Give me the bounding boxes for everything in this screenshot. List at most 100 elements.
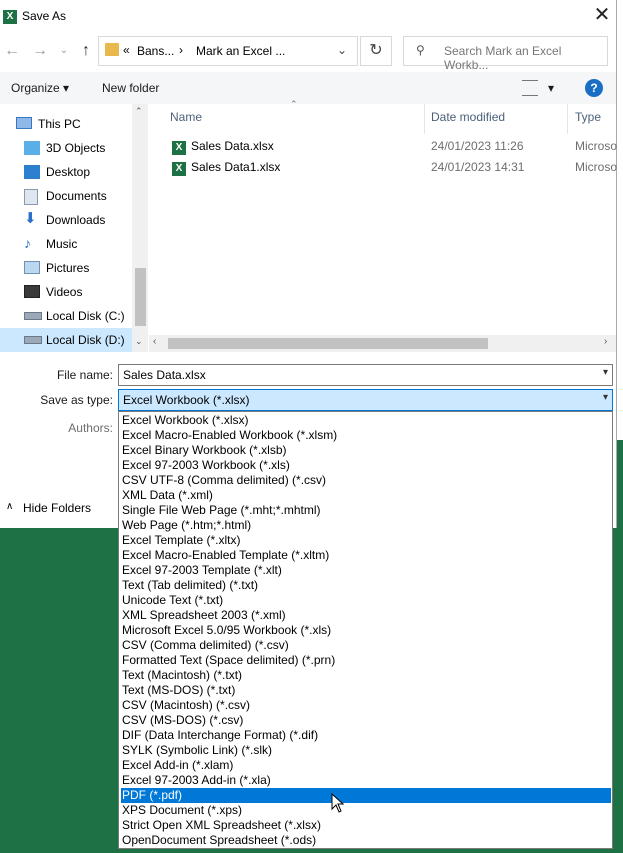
dropdown-option[interactable]: CSV (MS-DOS) (*.csv) bbox=[121, 713, 611, 728]
cube-icon bbox=[24, 141, 40, 155]
dropdown-option[interactable]: DIF (Data Interchange Format) (*.dif) bbox=[121, 728, 611, 743]
save-as-type-label: Save as type: bbox=[40, 393, 113, 407]
nav-item-documents[interactable]: Documents bbox=[0, 184, 132, 208]
dropdown-option[interactable]: Excel 97-2003 Template (*.xlt) bbox=[121, 563, 611, 578]
nav-scrollbar-thumb[interactable] bbox=[135, 268, 146, 326]
breadcrumb-current[interactable]: Mark an Excel ... bbox=[196, 44, 285, 58]
view-options-arrow[interactable]: ▾ bbox=[548, 81, 554, 95]
close-button[interactable]: ✕ bbox=[590, 4, 614, 28]
dropdown-option[interactable]: Web Page (*.htm;*.html) bbox=[121, 518, 611, 533]
column-divider[interactable] bbox=[424, 104, 425, 134]
dropdown-option[interactable]: Excel 97-2003 Add-in (*.xla) bbox=[121, 773, 611, 788]
organize-button[interactable]: Organize ▾ bbox=[11, 81, 69, 95]
dropdown-option[interactable]: Text (Macintosh) (*.txt) bbox=[121, 668, 611, 683]
chevron-down-icon[interactable]: ▾ bbox=[603, 367, 608, 378]
save-as-type-select[interactable]: Excel Workbook (*.xlsx) ▾ bbox=[118, 389, 613, 411]
dropdown-option[interactable]: XML Spreadsheet 2003 (*.xml) bbox=[121, 608, 611, 623]
back-arrow-icon[interactable]: ← bbox=[2, 40, 22, 62]
dropdown-option[interactable]: Excel Workbook (*.xlsx) bbox=[121, 413, 611, 428]
excel-app-icon: X bbox=[3, 8, 17, 24]
column-header-type[interactable]: Type bbox=[575, 110, 601, 124]
nav-item-downloads[interactable]: ⬇ Downloads bbox=[0, 208, 132, 232]
dropdown-option[interactable]: CSV (Comma delimited) (*.csv) bbox=[121, 638, 611, 653]
chevron-up-icon[interactable]: ∧ bbox=[6, 501, 13, 512]
file-type: Microso bbox=[575, 139, 618, 153]
scroll-right-icon[interactable]: › bbox=[604, 336, 607, 347]
nav-item-label: Documents bbox=[46, 189, 107, 203]
dropdown-option[interactable]: Excel Add-in (*.xlam) bbox=[121, 758, 611, 773]
chevron-down-icon[interactable]: ▾ bbox=[603, 392, 608, 403]
dropdown-option[interactable]: Excel Template (*.xltx) bbox=[121, 533, 611, 548]
scroll-up-icon[interactable]: ⌃ bbox=[135, 106, 143, 117]
save-as-type-dropdown: Excel Workbook (*.xlsx) Excel Macro-Enabl… bbox=[118, 411, 613, 849]
hide-folders-button[interactable]: Hide Folders bbox=[23, 501, 91, 515]
window-title: Save As bbox=[22, 9, 67, 23]
file-name-value: Sales Data.xlsx bbox=[123, 368, 206, 382]
dropdown-option[interactable]: OpenDocument Spreadsheet (*.ods) bbox=[121, 833, 611, 848]
scroll-down-icon[interactable]: ⌄ bbox=[135, 336, 143, 347]
search-icon: ⚲ bbox=[416, 43, 425, 57]
dropdown-option[interactable]: CSV UTF-8 (Comma delimited) (*.csv) bbox=[121, 473, 611, 488]
dropdown-option[interactable]: CSV (Macintosh) (*.csv) bbox=[121, 698, 611, 713]
column-divider[interactable] bbox=[567, 104, 568, 134]
dropdown-option[interactable]: XPS Document (*.xps) bbox=[121, 803, 611, 818]
nav-item-label: This PC bbox=[38, 117, 81, 131]
dropdown-option[interactable]: Excel Macro-Enabled Workbook (*.xlsm) bbox=[121, 428, 611, 443]
nav-item-label: Local Disk (C:) bbox=[46, 309, 125, 323]
nav-item-desktop[interactable]: Desktop bbox=[0, 160, 132, 184]
up-arrow-icon[interactable]: ↑ bbox=[76, 40, 96, 62]
dropdown-option[interactable]: Text (Tab delimited) (*.txt) bbox=[121, 578, 611, 593]
excel-file-icon: X bbox=[172, 139, 186, 155]
dropdown-option[interactable]: Text (MS-DOS) (*.txt) bbox=[121, 683, 611, 698]
refresh-button[interactable]: ↻ bbox=[360, 36, 392, 66]
drive-icon bbox=[24, 312, 42, 320]
search-input[interactable]: ⚲ Search Mark an Excel Workb... bbox=[403, 36, 608, 72]
file-row[interactable]: X Sales Data1.xlsx 24/01/2023 14:31 Micr… bbox=[170, 160, 617, 182]
dropdown-option[interactable]: Excel Macro-Enabled Template (*.xltm) bbox=[121, 548, 611, 563]
nav-item-local-disk-c[interactable]: Local Disk (C:) bbox=[0, 304, 132, 328]
mouse-cursor-icon bbox=[331, 793, 345, 813]
excel-file-icon: X bbox=[172, 160, 186, 176]
chevron-down-icon[interactable]: ⌄ bbox=[337, 43, 347, 57]
dropdown-option[interactable]: XML Data (*.xml) bbox=[121, 488, 611, 503]
column-header-date[interactable]: Date modified bbox=[431, 110, 505, 124]
nav-item-videos[interactable]: Videos bbox=[0, 280, 132, 304]
dropdown-option[interactable]: Microsoft Excel 5.0/95 Workbook (*.xls) bbox=[121, 623, 611, 638]
pictures-icon bbox=[24, 261, 40, 274]
address-bar[interactable]: « Bans... › Mark an Excel ... ⌄ bbox=[98, 36, 358, 66]
file-date: 24/01/2023 11:26 bbox=[431, 139, 524, 153]
view-options-icon[interactable] bbox=[522, 80, 538, 96]
dropdown-option[interactable]: Excel Binary Workbook (*.xlsb) bbox=[121, 443, 611, 458]
dropdown-option[interactable]: SYLK (Symbolic Link) (*.slk) bbox=[121, 743, 611, 758]
recent-locations-chevron-icon[interactable]: ⌄ bbox=[54, 40, 74, 62]
search-placeholder: Search Mark an Excel Workb... bbox=[444, 44, 562, 72]
videos-icon bbox=[24, 285, 40, 298]
computer-icon bbox=[16, 117, 32, 129]
dropdown-option[interactable]: Unicode Text (*.txt) bbox=[121, 593, 611, 608]
dropdown-option[interactable]: Single File Web Page (*.mht;*.mhtml) bbox=[121, 503, 611, 518]
breadcrumb-item[interactable]: Bans... bbox=[137, 44, 174, 58]
dropdown-option[interactable]: Formatted Text (Space delimited) (*.prn) bbox=[121, 653, 611, 668]
file-row[interactable]: X Sales Data.xlsx 24/01/2023 11:26 Micro… bbox=[170, 139, 618, 161]
dropdown-option[interactable]: Strict Open XML Spreadsheet (*.xlsx) bbox=[121, 818, 611, 833]
help-icon[interactable]: ? bbox=[585, 79, 603, 97]
nav-item-music[interactable]: ♪ Music bbox=[0, 232, 132, 256]
file-date: 24/01/2023 14:31 bbox=[431, 160, 525, 174]
forward-arrow-icon[interactable]: → bbox=[30, 40, 50, 62]
dropdown-option[interactable]: Excel 97-2003 Workbook (*.xls) bbox=[121, 458, 611, 473]
breadcrumb-separator: › bbox=[179, 43, 183, 57]
column-header-name[interactable]: Name bbox=[170, 110, 202, 124]
scroll-left-icon[interactable]: ‹ bbox=[153, 336, 156, 347]
breadcrumb-overflow[interactable]: « bbox=[123, 43, 130, 57]
nav-item-label: Pictures bbox=[46, 261, 90, 275]
nav-item-3d-objects[interactable]: 3D Objects bbox=[0, 136, 132, 160]
dropdown-option[interactable]: PDF (*.pdf) bbox=[121, 788, 611, 803]
file-list-hscrollbar-thumb[interactable] bbox=[168, 338, 488, 349]
music-icon: ♪ bbox=[24, 235, 31, 251]
nav-item-local-disk-d[interactable]: Local Disk (D:) bbox=[0, 328, 132, 352]
download-icon: ⬇ bbox=[24, 210, 37, 227]
file-name-field[interactable]: Sales Data.xlsx ▾ bbox=[118, 364, 613, 386]
nav-item-this-pc[interactable]: This PC bbox=[0, 112, 132, 136]
nav-item-pictures[interactable]: Pictures bbox=[0, 256, 132, 280]
new-folder-button[interactable]: New folder bbox=[102, 81, 159, 95]
